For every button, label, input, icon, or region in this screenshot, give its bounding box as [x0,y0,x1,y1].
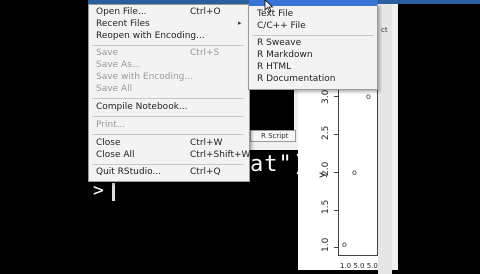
data-point: o [366,92,371,101]
y-tick-label: 3.0 [321,89,331,104]
submenu-item-r-sweave[interactable]: R Sweave [257,38,301,48]
menu-shortcut: Ctrl+O [190,7,221,17]
menu-separator [92,164,244,165]
y-tick [334,96,338,97]
y-tick-label: 1.5 [321,199,331,214]
menu-separator [92,134,244,135]
menu-item-save-as[interactable]: Save As... [96,60,140,70]
menu-separator [92,45,244,46]
x-tick-labels: 1.0 5.0 5.0 [340,262,378,270]
menu-item-close[interactable]: Close [96,138,121,148]
submenu-arrow-icon: ▸ [238,19,242,27]
screen-border-right [392,0,480,270]
y-tick [334,172,338,173]
y-tick-label: 2.0 [321,161,331,176]
menu-item-close-all[interactable]: Close All [96,150,135,160]
submenu-item-r-html[interactable]: R HTML [257,62,291,72]
right-panel-label: ct [381,26,388,34]
menu-item-open-file[interactable]: Open File... [96,7,147,17]
data-point: o [352,168,357,177]
menu-item-save-with-encoding[interactable]: Save with Encoding... [96,72,193,82]
menu-item-quit[interactable]: Quit RStudio... [96,167,161,177]
y-tick-label: 1.0 [321,237,331,252]
screen-border-left [0,0,88,270]
plot-area [338,86,378,256]
menu-item-reopen-encoding[interactable]: Reopen with Encoding... [96,31,205,41]
submenu-item-r-documentation[interactable]: R Documentation [257,74,336,84]
submenu-item-cpp-file[interactable]: C/C++ File [257,21,306,31]
menu-item-print[interactable]: Print... [96,120,125,130]
menu-separator [92,116,244,117]
console-prompt: > [93,180,104,201]
right-panel-strip [378,4,392,274]
menu-item-recent-files[interactable]: Recent Files [96,19,150,29]
menu-shortcut: Ctrl+Q [190,167,221,177]
menu-item-save-all[interactable]: Save All [96,84,132,94]
text-cursor [112,183,115,201]
submenu-item-text-file[interactable]: Text File [257,9,293,19]
y-tick [334,210,338,211]
y-tick [334,247,338,248]
submenu-item-r-markdown[interactable]: R Markdown [257,50,313,60]
mouse-pointer-icon [264,0,274,12]
script-type-label[interactable]: R Script [250,130,296,142]
menu-item-compile-notebook[interactable]: Compile Notebook... [96,102,188,112]
menu-separator [92,98,244,99]
menu-shortcut: Ctrl+W [190,138,223,148]
menu-shortcut: Ctrl+Shift+W [190,150,251,160]
y-tick [334,134,338,135]
console-output-text: at") [250,152,307,177]
y-tick-label: 2.5 [321,125,331,140]
data-point: o [342,240,347,249]
menu-item-save[interactable]: Save [96,48,118,58]
menu-separator [252,35,374,36]
menu-shortcut: Ctrl+S [190,48,220,58]
